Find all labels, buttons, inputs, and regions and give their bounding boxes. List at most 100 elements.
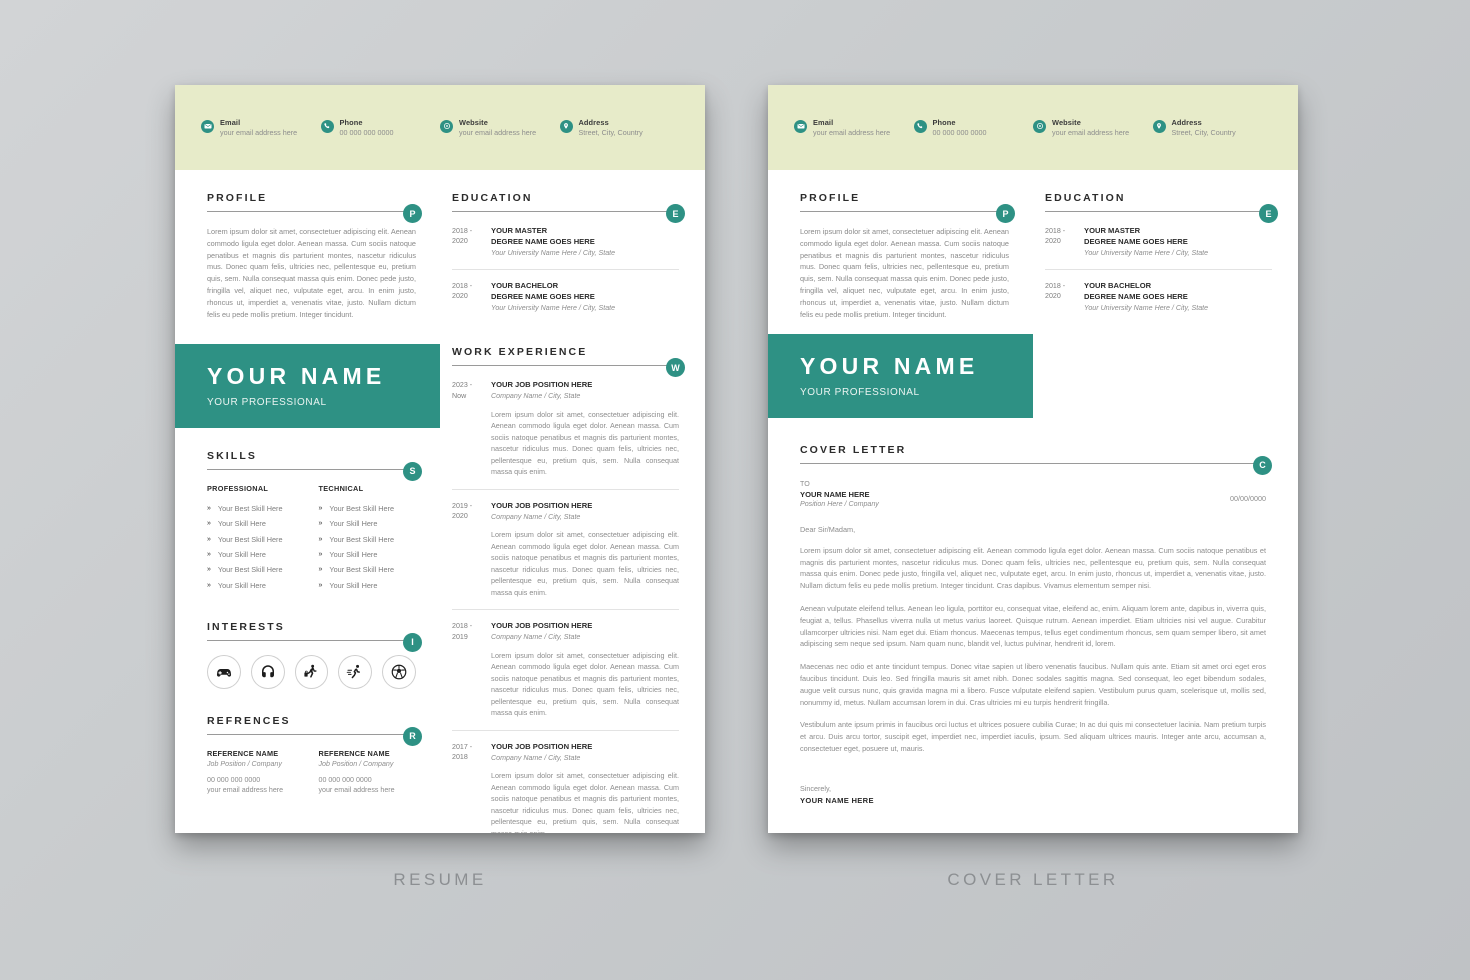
contact-label-website: Website [459,117,488,127]
contact-label-website: Website [1052,117,1081,127]
contact-item-email[interactable]: Email your email address here [201,118,321,138]
contact-item-website[interactable]: Website your email address here [1033,118,1153,138]
cover-letter-to-position: Position Here / Company [800,499,879,508]
skill-label: Your Skill Here [217,519,266,529]
education-date-to: 2020 [452,237,468,246]
cover-letter-greeting: Dear Sir/Madam, [800,524,856,534]
cover-letter-badge: C [1253,455,1272,475]
traveler-luggage-icon[interactable] [294,654,329,689]
contact-value-phone: 00 000 000 0000 [339,127,394,137]
skill-label: Your Best Skill Here [217,534,283,544]
education-school: Your University Name Here / City, State [491,303,616,312]
contact-item-phone[interactable]: Phone 00 000 000 0000 [913,118,1034,138]
cover-letter-to-label: TO [800,479,810,488]
work-company: Company Name / City, State [491,753,581,762]
education-school: Your University Name Here / City, State [1084,248,1209,257]
resume-lower-columns: YOUR NAME YOUR PROFESSIONAL SKILLS S PRO… [175,334,705,833]
work-description: Lorem ipsum dolor sit amet, consectetuer… [491,650,679,718]
cover-letter-signature: Sincerely, YOUR NAME HERE [800,784,1266,805]
work-company: Company Name / City, State [491,633,581,642]
work-experience-badge: W [666,358,685,378]
headphones-icon[interactable] [250,654,285,689]
work-date-to: Now [452,391,467,400]
gamepad-icon[interactable] [207,654,241,689]
profile-text: Lorem ipsum dolor sit amet, consectetuer… [800,227,1009,319]
contact-item-address[interactable]: Address Street, City, Country [1152,118,1273,138]
education-entry-date: 2018 - 2020 [452,281,482,313]
skill-bullet-icon: » [207,581,211,589]
running-person-icon[interactable] [338,654,373,689]
phone-icon [913,119,927,133]
contact-label-email: Email [220,117,241,127]
address-icon [559,119,573,133]
resume-page: Email your email address here Phone 00 0… [175,85,705,833]
cover-name-banner-wrap: YOUR NAME YOUR PROFESSIONAL [768,334,1033,418]
skill-label: Your Skill Here [329,519,378,529]
work-experience-column: WORK EXPERIENCE W 2023 - Now YOUR JOB PO… [440,334,705,833]
work-description: Lorem ipsum dolor sit amet, consectetuer… [491,771,679,833]
education-column: EDUCATION E 2018 - 2020 YOUR MASTER DEGR… [1033,170,1298,324]
education-entry-date: 2018 - 2020 [452,226,482,258]
work-position: YOUR JOB POSITION HERE [491,741,593,751]
address-icon [1152,119,1166,133]
education-badge: E [1259,204,1278,223]
email-icon [794,119,807,133]
candidate-name: YOUR NAME [800,353,979,380]
work-date-from: 2017 - [452,742,473,751]
interests-section: INTERESTS I [207,620,422,652]
skill-bullet-icon: » [207,551,211,559]
skill-label: Your Skill Here [217,550,266,560]
caption-cover-letter: COVER LETTER [947,870,1119,889]
contact-item-website[interactable]: Website your email address here [440,118,560,138]
skills-rule [207,468,416,470]
candidate-profession: YOUR PROFESSIONAL [207,396,327,408]
education-section: EDUCATION E [452,192,685,223]
reference-email: your email address here [318,785,395,794]
caption-resume: RESUME [393,870,487,889]
contact-item-phone[interactable]: Phone 00 000 000 0000 [320,117,441,138]
skill-item: » Your Skill Here [207,516,305,531]
skill-bullet-icon: » [318,566,323,574]
work-position: YOUR JOB POSITION HERE [491,621,593,631]
skills-badge: S [403,461,422,481]
reference-name: REFERENCE NAME [207,748,279,758]
skill-item: » Your Skill Here [207,547,305,562]
skill-item: » Your Best Skill Here [319,501,417,516]
skill-item: » Your Best Skill Here [319,562,417,577]
education-badge: E [666,204,685,223]
skill-item: » Your Skill Here [319,578,417,593]
education-rule [1045,211,1272,212]
education-date-from: 2018 - [452,227,473,235]
education-degree-level: YOUR MASTER [1084,226,1141,235]
work-date-to: 2018 [452,753,468,762]
work-entry: 2017 - 2018 YOUR JOB POSITION HERE Compa… [452,729,679,833]
skill-bullet-icon: » [318,520,323,528]
references-list: REFERENCE NAME Job Position / Company 00… [207,749,416,794]
interests-title: INTERESTS [207,620,285,633]
profile-badge: P [996,204,1015,223]
skill-item: » Your Skill Here [319,516,417,531]
skills-column-professional: PROFESSIONAL » Your Best Skill Here » Your… [207,484,305,593]
skill-item: » Your Best Skill Here [207,531,305,546]
work-entry: 2019 - 2020 YOUR JOB POSITION HERE Compa… [452,488,679,610]
work-entry-date: 2017 - 2018 [452,742,482,833]
contact-item-address[interactable]: Address Street, City, Country [559,118,680,138]
skill-label: Your Skill Here [329,550,378,560]
contact-value-phone: 00 000 000 0000 [932,127,987,137]
education-date-to: 2020 [1045,292,1061,301]
education-date-from: 2018 - [1045,282,1066,291]
cover-letter-body: COVER LETTER C TO YOUR NAME HERE Positio… [768,418,1298,805]
skills-section: SKILLS S [207,450,422,481]
cover-letter-sign-name: YOUR NAME HERE [800,795,874,805]
contact-item-email[interactable]: Email your email address here [794,118,914,138]
skill-bullet-icon: » [318,551,323,559]
education-date-to: 2020 [1045,237,1061,246]
skill-label: Your Best Skill Here [329,503,395,513]
interests-badge: I [403,632,422,652]
skill-label: Your Best Skill Here [217,503,283,513]
soccer-ball-icon[interactable] [382,654,416,689]
reference-phone: 00 000 000 0000 [318,775,372,784]
contact-label-phone: Phone [339,117,363,127]
skill-item: » Your Best Skill Here [207,562,305,577]
cover-letter-date: 00/00/0000 [1230,493,1266,503]
